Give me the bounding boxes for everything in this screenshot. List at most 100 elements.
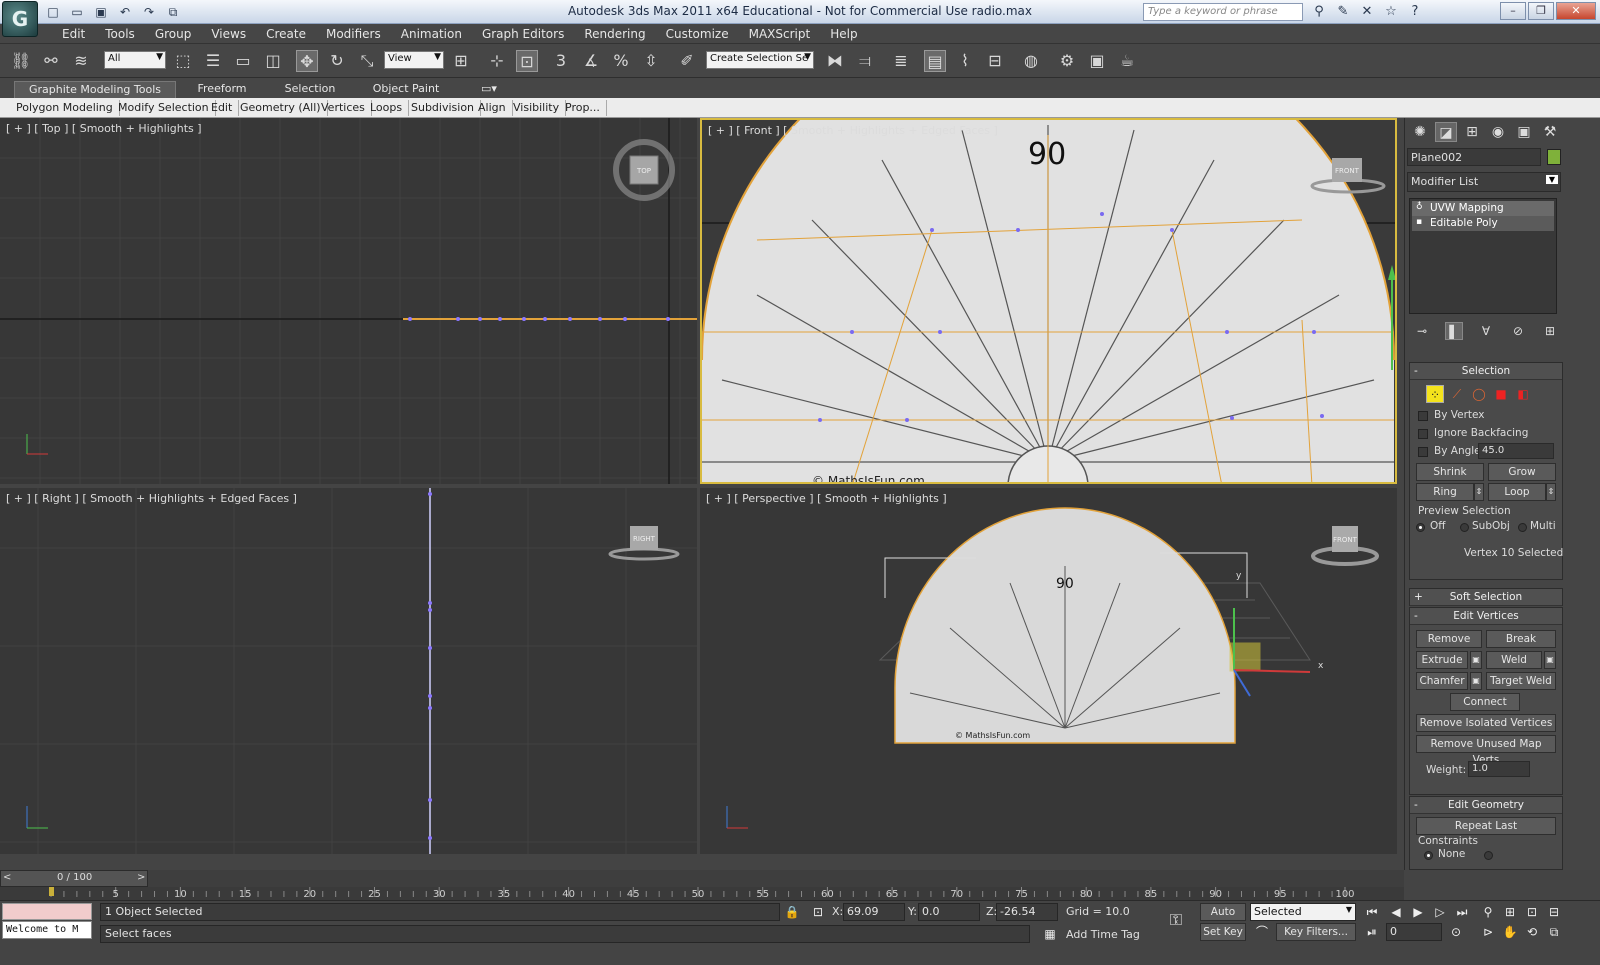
unlink-icon[interactable]: ⚯ (40, 50, 62, 72)
rendered-frame-window-icon[interactable]: ▣ (1086, 50, 1108, 72)
loop-button[interactable]: Loop (1488, 483, 1546, 501)
close-button[interactable]: ✕ (1556, 2, 1596, 20)
break-button[interactable]: Break (1486, 630, 1556, 648)
extrude-button[interactable]: Extrude (1416, 651, 1468, 669)
viewport-right[interactable]: RIGHT [ + ] [ Right ] [ Smooth + Highlig… (0, 488, 697, 854)
preview-subobj-radio[interactable] (1460, 523, 1469, 532)
viewport-label-right[interactable]: [ + ] [ Right ] [ Smooth + Highlights + … (6, 492, 297, 505)
time-configuration-icon[interactable]: ⊙ (1446, 923, 1466, 941)
add-time-tag-label[interactable]: Add Time Tag (1066, 928, 1140, 941)
zoom-extents-icon[interactable]: ⊡ (1522, 903, 1542, 921)
panel-align[interactable]: Align (478, 100, 513, 116)
ribbon-options-icon[interactable]: ▭▾ (476, 81, 502, 98)
edge-mode-icon[interactable]: ⟋ (1448, 385, 1466, 403)
selection-rollout-header[interactable]: - Selection (1410, 363, 1562, 380)
play-icon[interactable]: ▶ (1408, 903, 1428, 921)
lock-selection-icon[interactable]: 🔒 (782, 903, 802, 921)
help-icon[interactable]: ? (1406, 3, 1424, 21)
add-time-tag-icon[interactable]: ▦ (1040, 925, 1060, 943)
window-crossing-icon[interactable]: ◫ (262, 50, 284, 72)
grow-button[interactable]: Grow (1488, 463, 1556, 481)
binoculars-icon[interactable]: ⚲ (1310, 3, 1328, 21)
remove-isolated-vertices-button[interactable]: Remove Isolated Vertices (1416, 714, 1556, 732)
panel-edit[interactable]: Edit (211, 100, 240, 116)
preview-off-radio[interactable] (1416, 523, 1425, 532)
key-mode-dropdown[interactable]: Selected ▼ (1250, 903, 1356, 921)
rectangular-region-icon[interactable]: ▭ (232, 50, 254, 72)
restore-button[interactable]: ❐ (1528, 2, 1554, 20)
align-icon[interactable]: ⫤ (854, 50, 876, 72)
menu-maxscript[interactable]: MAXScript (739, 26, 821, 42)
pan-view-icon[interactable]: ✋ (1500, 923, 1520, 941)
goto-end-icon[interactable]: ⏭ (1452, 903, 1472, 921)
viewport-front[interactable]: 90 © MathsIsFun.com FRONT [ + ] [ Front … (700, 118, 1397, 484)
tab-selection[interactable]: Selection (278, 81, 342, 98)
viewport-label-top[interactable]: [ + ] [ Top ] [ Smooth + Highlights ] (6, 122, 202, 135)
remove-button[interactable]: Remove (1416, 630, 1482, 648)
set-key-button[interactable]: Set Key (1200, 923, 1246, 941)
bind-space-warp-icon[interactable]: ≋ (70, 50, 92, 72)
angle-spinner[interactable]: 45.0 (1478, 443, 1554, 459)
modifier-list-dropdown[interactable]: Modifier List ▼ (1407, 172, 1561, 192)
stack-item-editable-poly[interactable]: ▪ Editable Poly (1412, 216, 1554, 231)
panel-geometry-all[interactable]: Geometry (All) (240, 100, 328, 116)
snaps-toggle-icon[interactable]: 3 (550, 50, 572, 72)
link-icon[interactable]: ⛓ (10, 50, 32, 72)
ignore-backfacing-checkbox[interactable] (1418, 429, 1428, 439)
panel-polygon-modeling[interactable]: Polygon Modeling (16, 100, 120, 116)
panel-vertices[interactable]: Vertices (321, 100, 372, 116)
utilities-tab-icon[interactable]: ⚒ (1539, 122, 1561, 142)
next-frame-icon[interactable]: ▷ (1430, 903, 1450, 921)
extrude-settings-icon[interactable]: ▣ (1470, 651, 1482, 669)
menu-edit[interactable]: Edit (52, 26, 95, 42)
remove-modifier-icon[interactable]: ⊘ (1509, 322, 1527, 340)
layer-manager-icon[interactable]: ≣ (890, 50, 912, 72)
subscription-icon[interactable]: ✎ (1334, 3, 1352, 21)
weight-spinner[interactable]: 1.0 (1468, 761, 1530, 777)
display-tab-icon[interactable]: ▣ (1513, 122, 1535, 142)
maximize-viewport-icon[interactable]: ⧉ (1544, 923, 1564, 941)
remove-unused-map-verts-button[interactable]: Remove Unused Map Verts (1416, 735, 1556, 766)
menu-create[interactable]: Create (256, 26, 316, 42)
menu-group[interactable]: Group (145, 26, 202, 42)
absolute-mode-icon[interactable]: ⊡ (808, 903, 828, 921)
stack-item-uvw-mapping[interactable]: ♁ UVW Mapping (1412, 201, 1554, 216)
select-rotate-icon[interactable]: ↻ (326, 50, 348, 72)
panel-properties[interactable]: Prop... (565, 100, 607, 116)
show-end-result-icon[interactable]: ▌ (1445, 322, 1463, 340)
selection-filter-dropdown[interactable]: All ▼ (104, 51, 166, 69)
key-filters-button[interactable]: Key Filters... (1276, 923, 1356, 941)
border-mode-icon[interactable]: ◯ (1470, 385, 1488, 403)
perspective-viewcube[interactable]: FRONT (1311, 526, 1379, 566)
ring-button[interactable]: Ring (1416, 483, 1474, 501)
soft-selection-header[interactable]: + Soft Selection (1410, 589, 1562, 606)
edit-geometry-header[interactable]: - Edit Geometry (1410, 797, 1562, 814)
soft-selection-rollout[interactable]: + Soft Selection (1409, 588, 1563, 606)
field-of-view-icon[interactable]: ⊳ (1478, 923, 1498, 941)
maxscript-mini-listener[interactable]: Welcome to M (2, 921, 92, 939)
zoom-extents-all-icon[interactable]: ⊟ (1544, 903, 1564, 921)
menu-tools[interactable]: Tools (95, 26, 145, 42)
polygon-mode-icon[interactable]: ■ (1492, 385, 1510, 403)
hierarchy-tab-icon[interactable]: ⊞ (1461, 122, 1483, 142)
time-slider-prev-icon[interactable]: < (3, 872, 11, 883)
make-unique-icon[interactable]: ∀ (1477, 322, 1495, 340)
shrink-button[interactable]: Shrink (1416, 463, 1484, 481)
viewport-label-perspective[interactable]: [ + ] [ Perspective ] [ Smooth + Highlig… (706, 492, 947, 505)
panel-modify-selection[interactable]: Modify Selection (118, 100, 216, 116)
preview-multi-radio[interactable] (1518, 523, 1527, 532)
constraint-none-radio[interactable] (1424, 851, 1433, 860)
auto-key-button[interactable]: Auto Key (1200, 903, 1246, 934)
z-coordinate-field[interactable]: -26.54 (996, 903, 1058, 921)
motion-tab-icon[interactable]: ◉ (1487, 122, 1509, 142)
panel-visibility[interactable]: Visibility (513, 100, 567, 116)
by-angle-checkbox[interactable] (1418, 447, 1428, 457)
chamfer-settings-icon[interactable]: ▣ (1470, 672, 1482, 690)
pivot-center-icon[interactable]: ⊞ (450, 50, 472, 72)
by-vertex-checkbox[interactable] (1418, 411, 1428, 421)
goto-start-icon[interactable]: ⏮ (1362, 903, 1382, 921)
percent-snap-icon[interactable]: % (610, 50, 632, 72)
time-slider-next-icon[interactable]: > (137, 872, 145, 883)
select-object-icon[interactable]: ⬚ (172, 50, 194, 72)
menu-help[interactable]: Help (820, 26, 867, 42)
